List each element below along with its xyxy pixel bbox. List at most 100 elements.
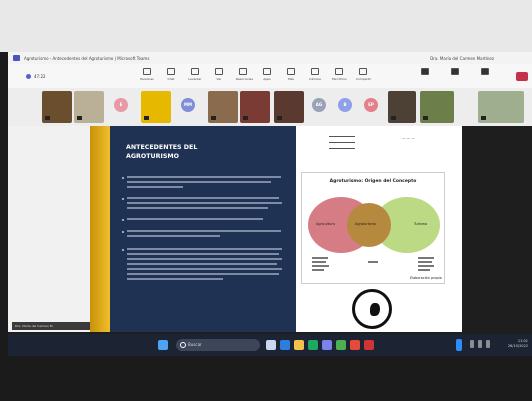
share-screen-icon — [481, 68, 489, 75]
apps-button[interactable]: Apps — [260, 68, 274, 85]
people-icon — [143, 68, 151, 75]
share-button[interactable]: Compartir — [356, 68, 371, 85]
bullet-item — [122, 248, 287, 283]
mic-button[interactable]: Micrófono — [332, 68, 347, 85]
venn-note-line — [418, 269, 430, 271]
mic-muted-icon — [77, 116, 82, 120]
globe-africa-icon — [352, 289, 392, 329]
participant-video[interactable] — [42, 91, 72, 123]
venn-note-line — [312, 261, 326, 263]
participant-avatar[interactable]: AG — [312, 98, 326, 112]
venn-label-center: Agroturismo — [355, 222, 376, 226]
mic-muted-icon — [243, 116, 248, 120]
participant-video[interactable] — [240, 91, 270, 123]
windows-taskbar: Buscar 11:01 26/10/2022 — [8, 334, 532, 356]
battery-icon[interactable] — [486, 340, 490, 348]
taskbar-search[interactable]: Buscar — [176, 339, 260, 351]
edge-icon[interactable] — [280, 340, 290, 350]
people-button[interactable]: Personas — [140, 68, 154, 85]
smile-icon — [239, 68, 247, 75]
teams-taskbar-icon[interactable] — [322, 340, 332, 350]
participant-video[interactable] — [478, 91, 524, 123]
hand-icon — [191, 68, 199, 75]
participant-video[interactable] — [141, 91, 171, 123]
view-button[interactable]: Ver — [212, 68, 226, 85]
window-title: Agroturismo - Antecedentes del Agroturis… — [24, 56, 150, 61]
microphone-icon — [451, 68, 459, 75]
recording-icon — [26, 74, 31, 79]
chrome-icon[interactable] — [336, 340, 346, 350]
venn-label-left: Agricultura — [316, 222, 335, 226]
venn-note-line — [312, 265, 329, 267]
venn-note-line — [368, 261, 378, 263]
participant-avatar[interactable]: B — [338, 98, 352, 112]
teams-logo-icon — [13, 55, 20, 61]
venn-label-right: Turismo — [414, 222, 428, 226]
chat-button[interactable]: Chat — [164, 68, 178, 85]
titlebar-info: Dra. María del Carmen Martínez — [430, 56, 494, 61]
mic-muted-icon — [211, 116, 216, 120]
participant-video[interactable] — [74, 91, 104, 123]
volume-icon[interactable] — [478, 340, 482, 348]
more-button[interactable]: Más — [284, 68, 298, 85]
video-icon — [421, 68, 429, 75]
notification-icon[interactable] — [456, 339, 462, 351]
diagram-footnote: Elaboración propia — [410, 276, 442, 280]
slide-accent-bar — [90, 126, 110, 332]
bullet-item — [122, 197, 287, 212]
slide-title: ANTECEDENTES DEL AGROTURISMO — [126, 144, 198, 160]
view-icon — [215, 68, 223, 75]
search-placeholder: Buscar — [188, 342, 202, 347]
venn-note-line — [418, 261, 432, 263]
participant-avatar[interactable]: EP — [364, 98, 378, 112]
task-view-icon[interactable] — [266, 340, 276, 350]
participant-avatar[interactable]: E — [114, 98, 128, 112]
chat-icon — [167, 68, 175, 75]
participant-video[interactable] — [274, 91, 304, 123]
venn-note-line — [418, 257, 434, 259]
participant-video[interactable] — [388, 91, 416, 123]
participant-video[interactable] — [420, 91, 454, 123]
venn-diagram: Agroturismo: Origen del Concepto Agricul… — [301, 172, 445, 284]
slide-text-panel: ANTECEDENTES DEL AGROTURISMO — [110, 126, 296, 332]
mic-muted-icon — [423, 116, 428, 120]
bullet-item — [122, 230, 287, 240]
venn-note-line — [418, 265, 434, 267]
apps-icon — [263, 68, 271, 75]
participant-strip: E MM AG B EP — [8, 88, 532, 126]
mic-toggle[interactable] — [448, 68, 462, 85]
shared-screen: Dra. María del Carmen M. ANTECEDENTES DE… — [8, 126, 532, 334]
venn-note-line — [312, 257, 328, 259]
camera-button[interactable]: Cámara — [308, 68, 322, 85]
mic-muted-icon — [144, 116, 149, 120]
mic-muted-icon — [481, 116, 486, 120]
meeting-timer: 47:22 — [34, 74, 46, 79]
slide-header-right: — — — — [402, 136, 415, 140]
venn-note-line — [312, 269, 324, 271]
camera-toggle[interactable] — [418, 68, 432, 85]
mic-icon — [335, 68, 343, 75]
camera-icon — [311, 68, 319, 75]
agriculture-logo-icon — [329, 136, 355, 160]
store-icon[interactable] — [308, 340, 318, 350]
file-explorer-icon[interactable] — [294, 340, 304, 350]
diagram-title: Agroturismo: Origen del Concepto — [329, 179, 417, 184]
slide-diagram-panel: — — — Agroturismo: Origen del Concepto A… — [296, 126, 462, 332]
participant-avatar[interactable]: MM — [181, 98, 195, 112]
start-icon[interactable] — [158, 340, 168, 350]
taskbar-clock[interactable]: 11:01 26/10/2022 — [508, 339, 528, 349]
share-toggle[interactable] — [478, 68, 492, 85]
stage-margin — [462, 126, 532, 332]
participant-video[interactable] — [208, 91, 238, 123]
presenter-panel: Dra. María del Carmen M. — [8, 126, 94, 332]
raise-hand-button[interactable]: Levantar — [188, 68, 202, 85]
wifi-icon[interactable] — [470, 340, 474, 348]
share-icon — [359, 68, 367, 75]
powerpoint-icon[interactable] — [364, 340, 374, 350]
wallpaper-top — [0, 0, 532, 52]
mic-muted-icon — [45, 116, 50, 120]
reactions-button[interactable]: Reacciones — [236, 68, 253, 85]
more-icon — [287, 68, 295, 75]
app-icon[interactable] — [350, 340, 360, 350]
leave-button[interactable] — [516, 72, 528, 81]
